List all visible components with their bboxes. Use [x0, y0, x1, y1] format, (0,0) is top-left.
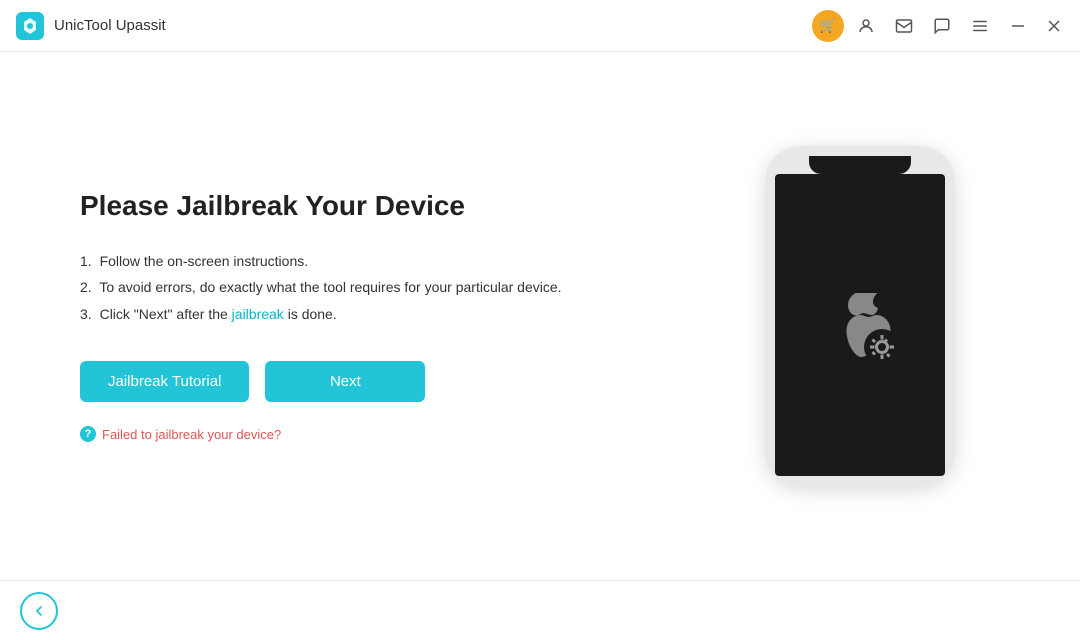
phone-mockup [765, 146, 955, 486]
phone-notch [809, 156, 911, 174]
instruction-1: 1. Follow the on-screen instructions. [80, 250, 680, 272]
instruction-3: 3. Click "Next" after the jailbreak is d… [80, 303, 680, 325]
instructions-list: 1. Follow the on-screen instructions. 2.… [80, 250, 680, 329]
jailbreak-highlight: jailbreak [232, 306, 284, 322]
help-icon: ? [80, 426, 96, 442]
user-button[interactable] [850, 10, 882, 42]
failed-jailbreak-link[interactable]: ? Failed to jailbreak your device? [80, 426, 680, 442]
app-title: UnicTool Upassit [54, 17, 166, 34]
back-button[interactable] [20, 592, 58, 630]
right-panel [720, 146, 1000, 486]
phone-screen [775, 174, 945, 476]
title-bar: UnicTool Upassit 🛒 [0, 0, 1080, 52]
next-button[interactable]: Next [265, 361, 425, 402]
bottom-bar [0, 580, 1080, 640]
phone-inner [775, 174, 945, 476]
cart-button[interactable]: 🛒 [812, 10, 844, 42]
mail-button[interactable] [888, 10, 920, 42]
failed-link-text: Failed to jailbreak your device? [102, 427, 281, 442]
left-panel: Please Jailbreak Your Device 1. Follow t… [80, 190, 720, 442]
close-button[interactable] [1040, 12, 1068, 40]
minimize-button[interactable] [1004, 12, 1032, 40]
chat-button[interactable] [926, 10, 958, 42]
gear-icon [864, 329, 900, 365]
page-title: Please Jailbreak Your Device [80, 190, 680, 222]
instruction-2: 2. To avoid errors, do exactly what the … [80, 276, 680, 298]
jailbreak-tutorial-button[interactable]: Jailbreak Tutorial [80, 361, 249, 402]
app-icon [16, 12, 44, 40]
buttons-row: Jailbreak Tutorial Next [80, 361, 680, 402]
main-content: Please Jailbreak Your Device 1. Follow t… [0, 52, 1080, 580]
title-bar-left: UnicTool Upassit [16, 12, 166, 40]
menu-button[interactable] [964, 10, 996, 42]
title-bar-right: 🛒 [812, 10, 1068, 42]
apple-gear-icon [820, 285, 900, 365]
